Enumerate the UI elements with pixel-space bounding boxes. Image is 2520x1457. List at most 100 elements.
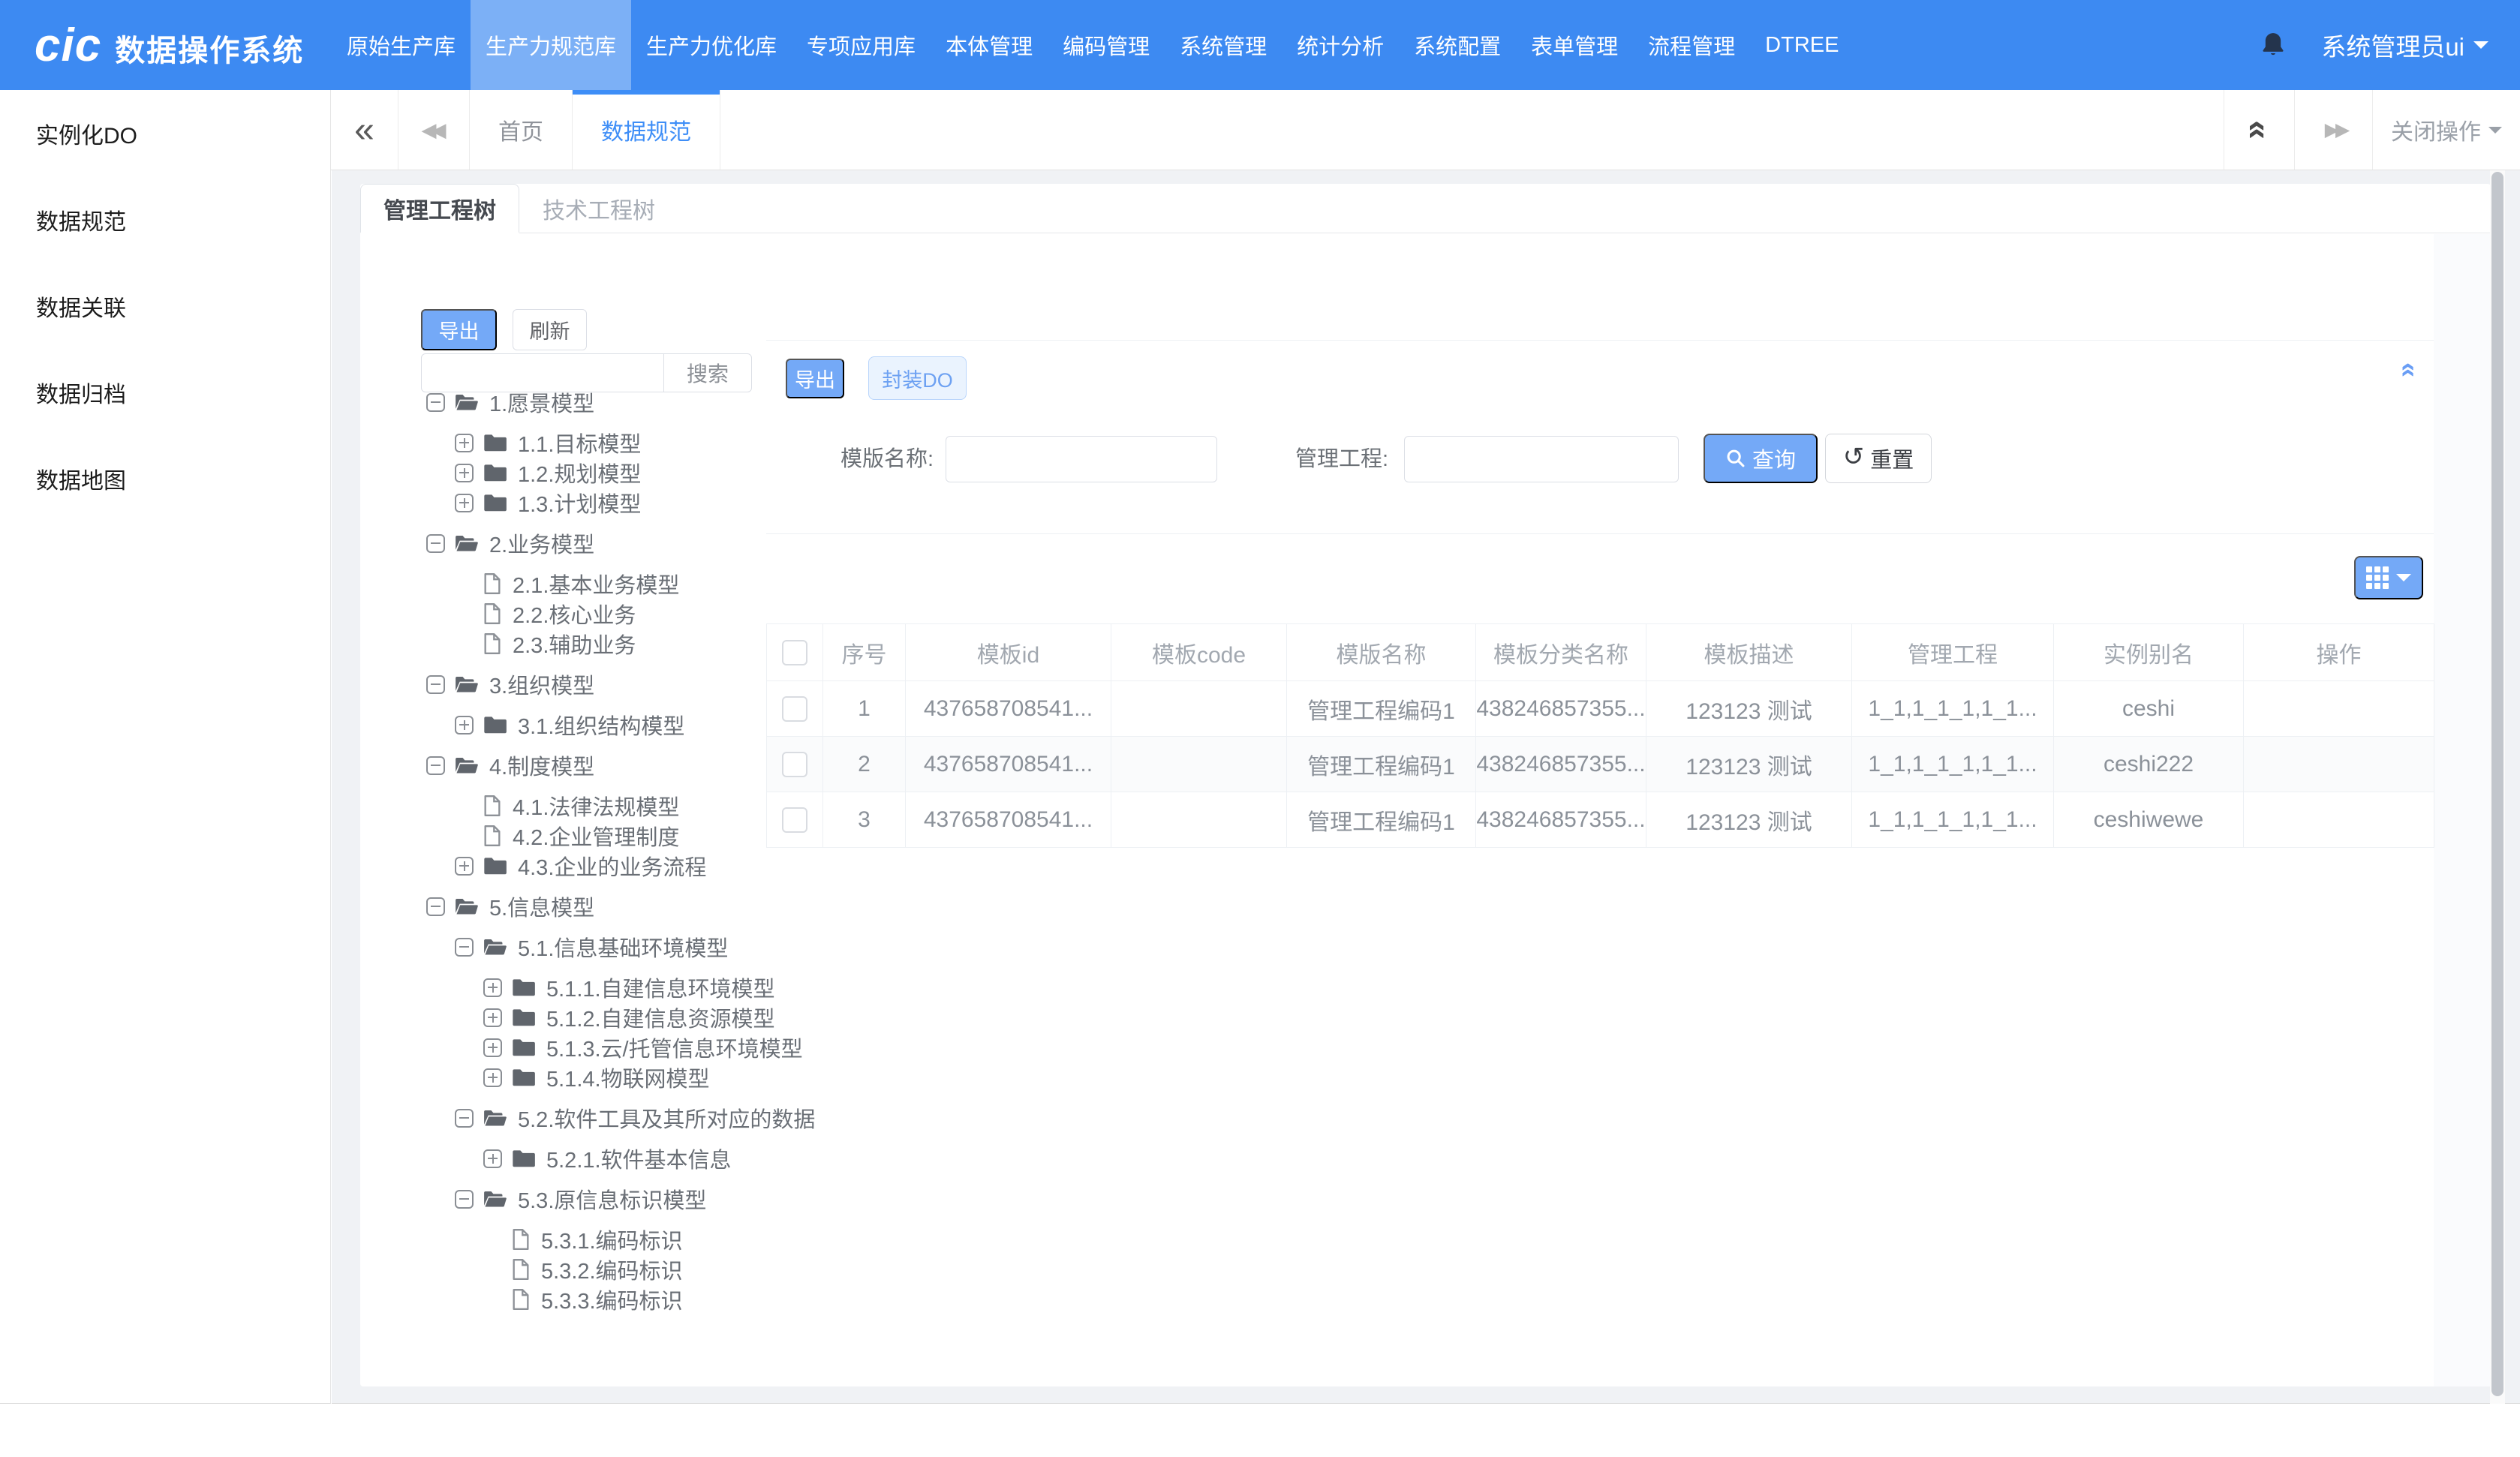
tree-refresh-button[interactable]: 刷新 — [513, 309, 587, 350]
tree-node[interactable]: 4.制度模型 — [360, 750, 766, 780]
brand-logo[interactable]: cic 数据操作系统 — [0, 19, 332, 72]
collapse-toggle-icon[interactable] — [426, 756, 445, 775]
tree-node[interactable]: 2.2.核心业务 — [360, 599, 766, 629]
expand-toggle-icon[interactable] — [483, 1068, 502, 1087]
tree-node[interactable]: 5.1.信息基础环境模型 — [360, 932, 766, 962]
tree-node[interactable]: 5.1.3.云/托管信息环境模型 — [360, 1032, 766, 1062]
user-menu[interactable]: 系统管理员ui — [2321, 27, 2488, 63]
card-tab-2[interactable]: 技术工程树 — [519, 184, 678, 233]
nav-item-2[interactable]: 生产力规范库 — [471, 0, 631, 90]
column-settings-button[interactable] — [2354, 556, 2423, 599]
export-button[interactable]: 导出 — [786, 359, 844, 398]
nav-item-1[interactable]: 原始生产库 — [332, 0, 471, 90]
expand-toggle-icon[interactable] — [455, 857, 474, 876]
expand-toggle-icon[interactable] — [483, 978, 502, 997]
nav-item-10[interactable]: 表单管理 — [1516, 0, 1633, 90]
tree-node[interactable]: 4.3.企业的业务流程 — [360, 851, 766, 881]
collapse-toggle-icon[interactable] — [455, 938, 474, 957]
tree-node[interactable]: 1.3.计划模型 — [360, 488, 766, 518]
expand-toggle-icon[interactable] — [455, 434, 474, 452]
tree-node[interactable]: 5.1.4.物联网模型 — [360, 1062, 766, 1092]
tree-node[interactable]: 4.2.企业管理制度 — [360, 821, 766, 851]
row-checkbox[interactable] — [782, 807, 807, 833]
tree-node[interactable]: 2.3.辅助业务 — [360, 629, 766, 659]
tree-node[interactable]: 2.1.基本业务模型 — [360, 569, 766, 599]
page-tab-1[interactable]: 首页 — [470, 90, 573, 170]
table-cell: 管理工程编码1 — [1287, 681, 1476, 737]
collapse-toggle-icon[interactable] — [455, 1190, 474, 1209]
tree-node[interactable]: 1.愿景模型 — [360, 387, 766, 417]
tree-node[interactable]: 5.2.1.软件基本信息 — [360, 1143, 766, 1173]
tree-node-label: 5.1.信息基础环境模型 — [518, 931, 728, 963]
nav-item-7[interactable]: 系统管理 — [1165, 0, 1282, 90]
table-cell: ceshi222 — [2054, 737, 2244, 792]
sidebar-item-5[interactable]: 数据地图 — [0, 435, 330, 521]
tree-node-label: 5.3.2.编码标识 — [541, 1254, 683, 1285]
sidebar-item-1[interactable]: 实例化DO — [0, 90, 330, 176]
notification-bell-icon[interactable] — [2258, 29, 2288, 62]
nav-item-11[interactable]: 流程管理 — [1633, 0, 1750, 90]
expand-toggle-icon[interactable] — [483, 1038, 502, 1057]
package-do-button[interactable]: 封装DO — [868, 356, 967, 400]
tree-node-label: 1.2.规划模型 — [518, 457, 641, 488]
tree-node[interactable]: 5.3.3.编码标识 — [360, 1284, 766, 1314]
collapse-toggle-icon[interactable] — [426, 393, 445, 412]
tree-node[interactable]: 5.1.2.自建信息资源模型 — [360, 1002, 766, 1032]
open-page-tabs: 首页数据规范 — [470, 90, 720, 170]
expand-toggle-icon[interactable] — [483, 1008, 502, 1027]
query-button[interactable]: 查询 — [1704, 434, 1818, 483]
tree-export-button[interactable]: 导出 — [421, 309, 497, 350]
nav-item-9[interactable]: 系统配置 — [1399, 0, 1516, 90]
sidebar-item-2[interactable]: 数据规范 — [0, 176, 330, 263]
tree-node[interactable]: 5.3.原信息标识模型 — [360, 1184, 766, 1214]
sidebar-item-3[interactable]: 数据关联 — [0, 263, 330, 349]
table-cell: 管理工程编码1 — [1287, 792, 1476, 848]
tree-node[interactable]: 4.1.法律法规模型 — [360, 791, 766, 821]
reset-button[interactable]: ↺ 重置 — [1825, 434, 1932, 483]
scroll-to-top-button[interactable]: « — [2224, 90, 2294, 170]
tree-node[interactable]: 5.信息模型 — [360, 891, 766, 921]
window-scrollbar[interactable] — [2490, 170, 2505, 1404]
nav-item-5[interactable]: 本体管理 — [931, 0, 1048, 90]
collapse-toggle-icon[interactable] — [426, 897, 445, 916]
query-label: 查询 — [1752, 443, 1796, 474]
select-all-checkbox[interactable] — [782, 640, 807, 665]
sidebar-item-4[interactable]: 数据归档 — [0, 349, 330, 435]
nav-item-6[interactable]: 编码管理 — [1048, 0, 1165, 90]
card-tab-1[interactable]: 管理工程树 — [360, 184, 519, 233]
page-tab-2[interactable]: 数据规范 — [573, 90, 720, 170]
scrollbar-thumb[interactable] — [2491, 172, 2503, 1396]
tree-node[interactable]: 1.1.目标模型 — [360, 428, 766, 458]
tree-node[interactable]: 5.2.软件工具及其所对应的数据 — [360, 1103, 766, 1133]
tree-node[interactable]: 3.组织模型 — [360, 669, 766, 699]
tree-node[interactable]: 1.2.规划模型 — [360, 458, 766, 488]
management-project-input[interactable] — [1404, 436, 1679, 482]
sidebar-collapse-button[interactable]: « — [331, 90, 398, 170]
nav-item-4[interactable]: 专项应用库 — [792, 0, 931, 90]
collapse-toggle-icon[interactable] — [455, 1109, 474, 1128]
tree-node[interactable]: 5.1.1.自建信息环境模型 — [360, 972, 766, 1002]
template-name-input[interactable] — [946, 436, 1217, 482]
tree-node[interactable]: 3.1.组织结构模型 — [360, 710, 766, 740]
tabs-scroll-left-button[interactable]: ◀◀ — [398, 90, 470, 170]
expand-toggle-icon[interactable] — [455, 716, 474, 735]
expand-toggle-icon[interactable] — [455, 494, 474, 512]
row-checkbox[interactable] — [782, 696, 807, 722]
nav-item-8[interactable]: 统计分析 — [1282, 0, 1399, 90]
tree-node[interactable]: 5.3.2.编码标识 — [360, 1254, 766, 1284]
table-cell: 437658708541... — [906, 681, 1111, 737]
table-cell — [2244, 792, 2434, 848]
nav-item-3[interactable]: 生产力优化库 — [631, 0, 792, 90]
row-checkbox[interactable] — [782, 752, 807, 777]
collapse-toggle-icon[interactable] — [426, 675, 445, 694]
collapse-toggle-icon[interactable] — [426, 534, 445, 553]
close-operations-menu[interactable]: 关闭操作 — [2372, 90, 2520, 170]
expand-toggle-icon[interactable] — [455, 464, 474, 482]
tree-node[interactable]: 2.业务模型 — [360, 528, 766, 558]
collapse-filters-icon[interactable]: « — [2394, 362, 2425, 377]
expand-toggle-icon[interactable] — [483, 1149, 502, 1168]
tabs-scroll-right-button[interactable]: ▶▶ — [2294, 90, 2372, 170]
row-select-cell — [767, 737, 823, 792]
tree-node[interactable]: 5.3.1.编码标识 — [360, 1224, 766, 1254]
nav-item-12[interactable]: DTREE — [1750, 0, 1854, 90]
